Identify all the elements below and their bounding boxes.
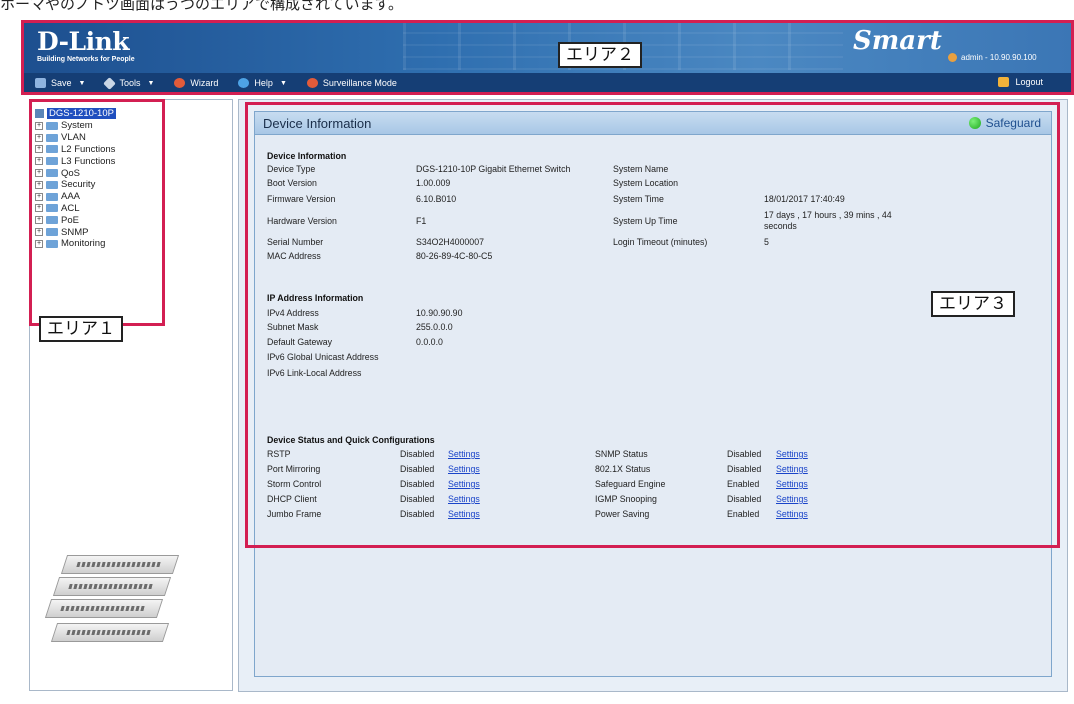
area2-highlight [21,20,1074,95]
area3-highlight [245,102,1060,548]
area2-label: エリア２ [558,42,642,68]
switch-unit-image [44,599,164,618]
switch-unit-image [60,555,180,574]
page-root: ホーマやのノトツ画面はうつのエリアで構成されています。 D-Link Build… [0,0,1074,704]
area1-highlight [29,99,165,326]
area1-label: エリア１ [39,316,123,342]
page-caption: ホーマやのノトツ画面はうつのエリアで構成されています。 [0,0,404,13]
switch-unit-image [52,577,172,596]
switch-unit-image [50,623,170,642]
switch-stack-image [44,555,180,655]
area3-label: エリア３ [931,291,1015,317]
